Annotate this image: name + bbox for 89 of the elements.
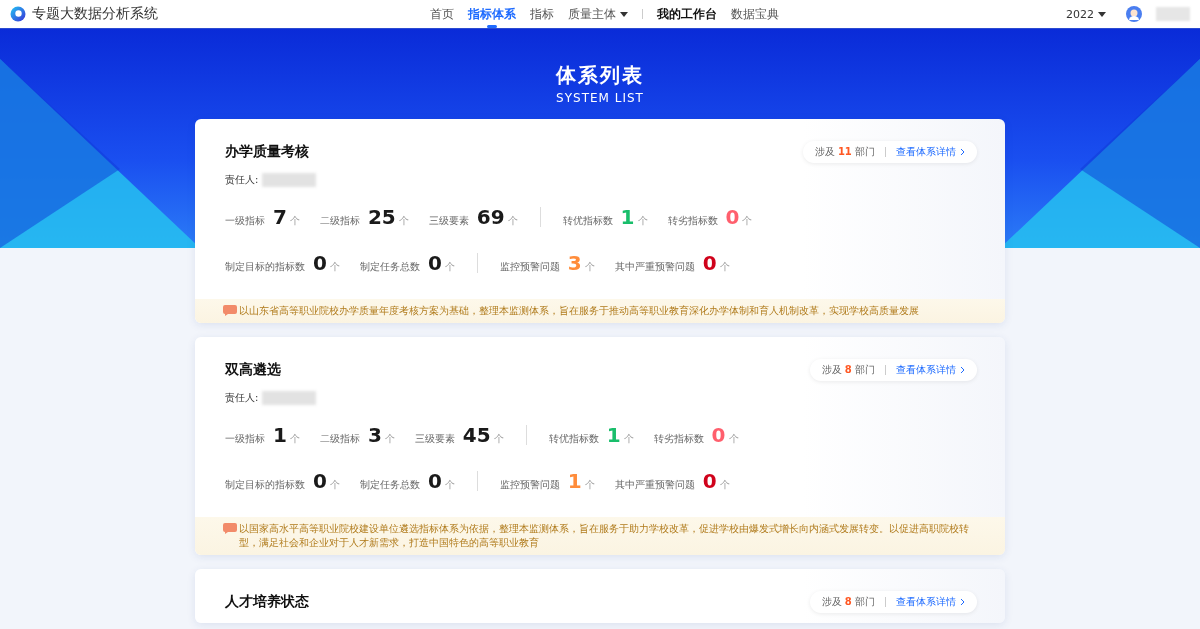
nav-tab[interactable]: 指标体系 [468, 0, 516, 28]
stat-value: 45 [462, 423, 491, 447]
stat-value: 25 [367, 205, 396, 229]
department-count: 涉及 11 部门 [814, 145, 875, 159]
stat-label: 制定目标的指标数 [225, 260, 305, 274]
avatar-icon[interactable] [1126, 6, 1142, 22]
description-text: 以山东省高等职业院校办学质量年度考核方案为基础，整理本监测体系，旨在服务于推动高等职业教育深化办学体制和育人机制改革，实现学校高质量发展 [239, 304, 919, 318]
nav-tab[interactable]: 数据宝典 [731, 0, 779, 28]
stat-unit: 个 [742, 214, 753, 228]
stat-label: 一级指标 [225, 432, 265, 446]
stat-unit: 个 [719, 478, 730, 492]
banner-subtitle: SYSTEM LIST [556, 91, 644, 105]
stat-label: 其中严重预警问题 [614, 260, 695, 274]
stat-value: 1 [567, 469, 582, 493]
stat-value: 69 [476, 205, 505, 229]
banner-title: 体系列表 [556, 62, 644, 89]
stat-unit: 个 [329, 478, 340, 492]
stat-unit: 个 [444, 478, 455, 492]
owner-label: 责任人: [225, 173, 259, 187]
chevron-right-icon [960, 598, 965, 606]
stat-unit: 个 [384, 432, 395, 446]
stat-unit: 个 [507, 214, 518, 228]
stat-value: 3 [367, 423, 382, 447]
description-text: 以国家高水平高等职业院校建设单位遴选指标体系为依据，整理本监测体系，旨在服务于助力学校改革，促进学校由爆发式增长向内涵式发展转变。以促进高职院校转型，满足社会和企业对于人才新需求，打造中国特色的高等职业教育 [239, 522, 970, 550]
stat-label: 制定任务总数 [359, 260, 420, 274]
stat-value: 7 [273, 205, 287, 229]
stat-label: 三级要素 [428, 214, 469, 228]
stat-value: 0 [711, 423, 726, 447]
stat-label: 转劣指标数 [667, 214, 718, 228]
stat-label: 二级指标 [319, 214, 360, 228]
stat-label: 转优指标数 [562, 214, 613, 228]
stat-value: 0 [313, 469, 327, 493]
view-details-link[interactable]: 查看体系详情 [896, 145, 965, 159]
view-details-link[interactable]: 查看体系详情 [896, 595, 965, 609]
view-details-link[interactable]: 查看体系详情 [896, 363, 965, 377]
stat-value: 0 [427, 251, 442, 275]
department-count: 涉及 8 部门 [821, 595, 875, 609]
stat-unit: 个 [398, 214, 409, 228]
stat-value: 3 [567, 251, 582, 275]
stat-unit: 个 [584, 478, 595, 492]
blurred-username [1156, 7, 1190, 21]
stat-label: 一级指标 [225, 214, 265, 228]
stat-unit: 个 [329, 260, 340, 274]
stat-label: 二级指标 [319, 432, 360, 446]
chevron-right-icon [960, 366, 965, 374]
stat-value: 1 [273, 423, 287, 447]
stat-label: 制定任务总数 [359, 478, 420, 492]
stat-label: 其中严重预警问题 [614, 478, 695, 492]
stat-value: 1 [620, 205, 635, 229]
stat-unit: 个 [289, 432, 300, 446]
stat-value: 1 [606, 423, 621, 447]
blurred-name [262, 173, 317, 187]
year-selector[interactable]: 2022 [1060, 6, 1112, 22]
stat-unit: 个 [493, 432, 504, 446]
nav-tab[interactable]: 首页 [430, 0, 454, 28]
stat-unit: 个 [637, 214, 648, 228]
owner-label: 责任人: [225, 391, 259, 405]
system-title: 人才培养状态 [225, 593, 309, 611]
stat-value: 0 [313, 251, 327, 275]
stat-label: 三级要素 [414, 432, 455, 446]
stat-label: 制定目标的指标数 [225, 478, 305, 492]
stat-unit: 个 [623, 432, 634, 446]
department-count: 涉及 8 部门 [821, 363, 875, 377]
chat-bubble-icon [223, 305, 237, 316]
stat-value: 0 [725, 205, 740, 229]
nav-tab[interactable]: 指标 [530, 0, 554, 28]
system-title: 双高遴选 [225, 361, 281, 379]
caret-icon [620, 11, 628, 17]
chat-bubble-icon [223, 523, 237, 534]
app-title: 专题大数据分析系统 [32, 5, 158, 23]
stat-unit: 个 [728, 432, 739, 446]
stat-label: 转劣指标数 [653, 432, 704, 446]
stat-value: 0 [702, 469, 717, 493]
system-title: 办学质量考核 [225, 143, 309, 161]
nav-tab[interactable]: 质量主体 [568, 0, 628, 28]
logo-icon [10, 6, 26, 22]
stat-unit: 个 [719, 260, 730, 274]
stat-label: 监控预警问题 [499, 478, 560, 492]
caret-icon [1098, 11, 1106, 17]
blurred-name [262, 391, 317, 405]
stat-label: 监控预警问题 [499, 260, 560, 274]
nav-tab[interactable]: 我的工作台 [657, 0, 717, 28]
stat-value: 0 [427, 469, 442, 493]
stat-label: 转优指标数 [548, 432, 599, 446]
stat-value: 0 [702, 251, 717, 275]
stat-unit: 个 [584, 260, 595, 274]
stat-unit: 个 [289, 214, 300, 228]
stat-unit: 个 [444, 260, 455, 274]
chevron-right-icon [960, 148, 965, 156]
